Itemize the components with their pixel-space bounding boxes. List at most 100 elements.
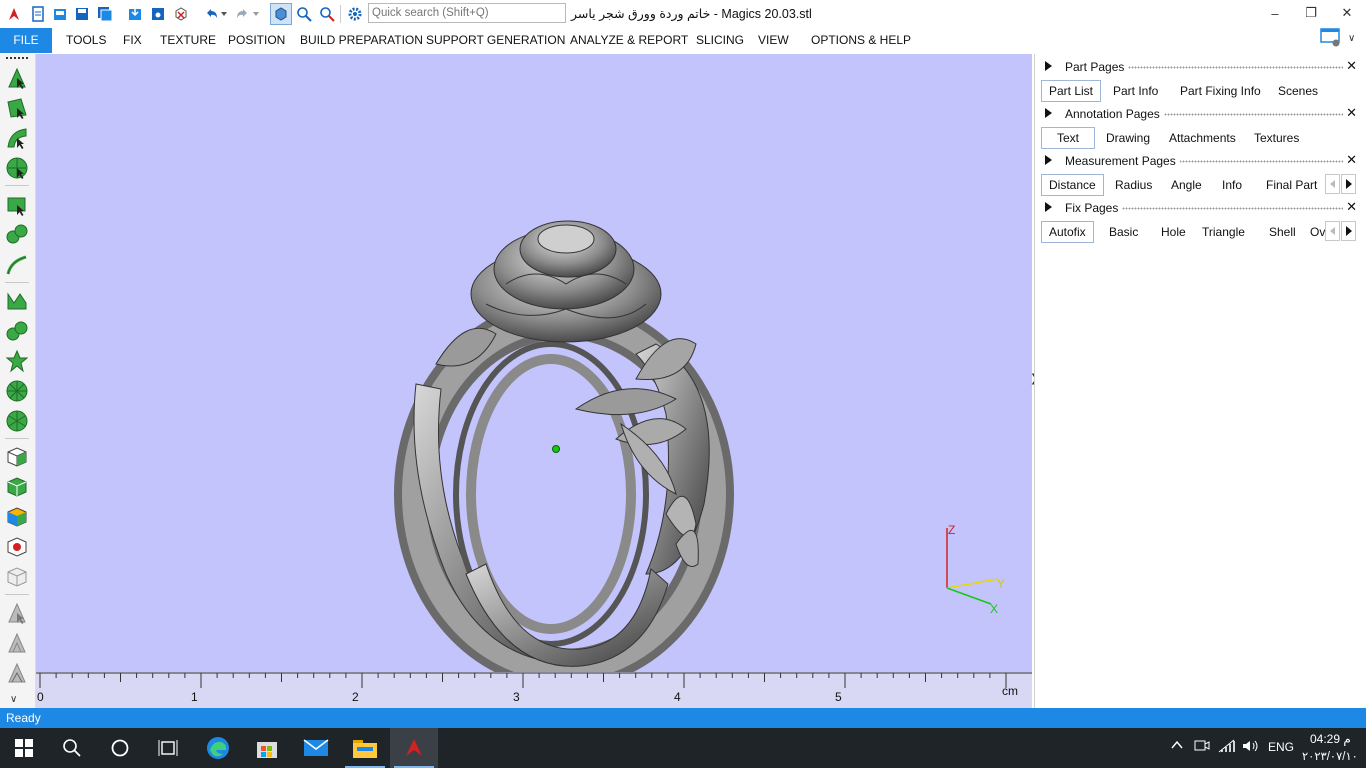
tab-autofix[interactable]: Autofix: [1041, 221, 1094, 243]
close-button[interactable]: ✕: [1329, 0, 1365, 26]
task-view-icon[interactable]: [144, 728, 192, 768]
part-pages-header[interactable]: Part Pages ✕: [1035, 56, 1366, 78]
tab-triangle[interactable]: Triangle: [1202, 222, 1245, 242]
mark-shell-pair-tool-icon[interactable]: [5, 319, 29, 343]
menu-view[interactable]: VIEW: [758, 28, 789, 53]
tray-time[interactable]: 04:29 م: [1310, 732, 1351, 746]
toolbar-grip[interactable]: [6, 57, 28, 61]
mark-contour-tool-icon[interactable]: [5, 289, 29, 313]
quick-search-input[interactable]: [368, 3, 566, 23]
menu-fix[interactable]: FIX: [123, 28, 142, 53]
settings-gear-icon[interactable]: [345, 4, 365, 24]
tab-scenes[interactable]: Scenes: [1278, 81, 1318, 101]
search-icon[interactable]: [48, 728, 96, 768]
select-shell-tool-icon[interactable]: [5, 156, 29, 180]
scroll-right-icon[interactable]: [1341, 221, 1356, 241]
scroll-left-icon[interactable]: [1325, 174, 1340, 194]
unload-part-icon[interactable]: [171, 4, 191, 24]
scroll-right-icon[interactable]: [1341, 174, 1356, 194]
support-tool-icon[interactable]: [5, 601, 29, 625]
close-icon[interactable]: ✕: [1346, 152, 1357, 168]
tab-drawing[interactable]: Drawing: [1106, 128, 1150, 148]
restore-button[interactable]: ❐: [1293, 0, 1329, 26]
save-all-icon[interactable]: [95, 4, 115, 24]
measurement-pages-header[interactable]: Measurement Pages ✕: [1035, 150, 1366, 172]
save-part-icon[interactable]: [148, 4, 168, 24]
zoom-icon[interactable]: [294, 4, 314, 24]
tab-angle[interactable]: Angle: [1171, 175, 1202, 195]
menu-build-preparation[interactable]: BUILD PREPARATION: [300, 28, 423, 53]
tray-language[interactable]: ENG: [1268, 740, 1294, 754]
new-file-icon[interactable]: [28, 4, 48, 24]
mark-sphere-tool-icon[interactable]: [5, 409, 29, 433]
magics-taskbar-icon[interactable]: [390, 728, 438, 768]
file-explorer-icon[interactable]: [341, 728, 389, 768]
undo-dropdown-icon[interactable]: [218, 4, 230, 24]
expand-triangle-icon[interactable]: [1045, 202, 1052, 212]
part-box-green-tool-icon[interactable]: [5, 475, 29, 499]
tray-date[interactable]: ٢٠٢٣/٠٧/١٠: [1302, 749, 1358, 763]
tab-final-part[interactable]: Final Part: [1266, 175, 1317, 195]
open-file-icon[interactable]: [50, 4, 70, 24]
menu-slicing[interactable]: SLICING: [696, 28, 744, 53]
layout-settings-icon[interactable]: [1320, 28, 1342, 48]
tab-hole[interactable]: Hole: [1161, 222, 1186, 242]
tray-meet-now-icon[interactable]: [1194, 739, 1210, 756]
mark-star-tool-icon[interactable]: [5, 349, 29, 373]
mail-icon[interactable]: [292, 728, 340, 768]
select-edge-tool-icon[interactable]: [5, 126, 29, 150]
menu-texture[interactable]: TEXTURE: [160, 28, 216, 53]
edge-browser-icon[interactable]: [194, 728, 242, 768]
menu-position[interactable]: POSITION: [228, 28, 285, 53]
microsoft-store-icon[interactable]: [243, 728, 291, 768]
part-box-blue-tool-icon[interactable]: [5, 505, 29, 529]
annotation-pages-header[interactable]: Annotation Pages ✕: [1035, 103, 1366, 125]
tab-part-fixing-info[interactable]: Part Fixing Info: [1180, 81, 1261, 101]
menu-file[interactable]: FILE: [0, 28, 52, 53]
select-view-icon[interactable]: [270, 3, 292, 25]
select-surface-tool-icon[interactable]: [5, 96, 29, 120]
redo-icon[interactable]: [232, 4, 252, 24]
minimize-button[interactable]: –: [1257, 0, 1293, 26]
close-icon[interactable]: ✕: [1346, 58, 1357, 74]
save-icon[interactable]: [72, 4, 92, 24]
menu-tools[interactable]: TOOLS: [66, 28, 106, 53]
mark-plane-tool-icon[interactable]: [5, 193, 29, 217]
redo-dropdown-icon[interactable]: [250, 4, 262, 24]
part-box-tool-icon[interactable]: [5, 445, 29, 469]
support-delete-tool-icon[interactable]: [5, 661, 29, 685]
tab-shell[interactable]: Shell: [1269, 222, 1296, 242]
support-edit-tool-icon[interactable]: [5, 631, 29, 655]
tray-network-icon[interactable]: [1218, 739, 1236, 756]
expand-triangle-icon[interactable]: [1045, 108, 1052, 118]
toolbar-more-icon[interactable]: ∨: [10, 694, 17, 705]
tab-part-list[interactable]: Part List: [1041, 80, 1102, 102]
scroll-left-icon[interactable]: [1325, 221, 1340, 241]
menu-support-generation[interactable]: SUPPORT GENERATION: [426, 28, 565, 53]
tab-info[interactable]: Info: [1222, 175, 1242, 195]
expand-triangle-icon[interactable]: [1045, 61, 1052, 71]
tab-text[interactable]: Text: [1041, 127, 1096, 149]
magics-logo-icon[interactable]: [4, 4, 24, 24]
start-button-windows-icon[interactable]: [0, 728, 48, 768]
tab-basic[interactable]: Basic: [1109, 222, 1138, 242]
tab-radius[interactable]: Radius: [1115, 175, 1152, 195]
import-part-icon[interactable]: [125, 4, 145, 24]
tab-part-info[interactable]: Part Info: [1113, 81, 1158, 101]
tray-show-hidden-icon[interactable]: [1170, 738, 1184, 755]
fix-pages-header[interactable]: Fix Pages ✕: [1035, 197, 1366, 219]
expand-triangle-icon[interactable]: [1045, 155, 1052, 165]
mark-wheel-tool-icon[interactable]: [5, 379, 29, 403]
zoom-reset-icon[interactable]: [317, 4, 337, 24]
cortana-circle-icon[interactable]: [96, 728, 144, 768]
ring-model[interactable]: [36, 54, 1032, 672]
menu-analyze-report[interactable]: ANALYZE & REPORT: [570, 28, 688, 53]
tab-attachments[interactable]: Attachments: [1169, 128, 1236, 148]
mark-cylinder-tool-icon[interactable]: [5, 223, 29, 247]
ribbon-collapse-icon[interactable]: ∨: [1348, 33, 1355, 44]
mark-curve-tool-icon[interactable]: [5, 253, 29, 277]
close-icon[interactable]: ✕: [1346, 105, 1357, 121]
tab-textures[interactable]: Textures: [1254, 128, 1299, 148]
select-triangle-tool-icon[interactable]: [5, 66, 29, 90]
close-icon[interactable]: ✕: [1346, 199, 1357, 215]
